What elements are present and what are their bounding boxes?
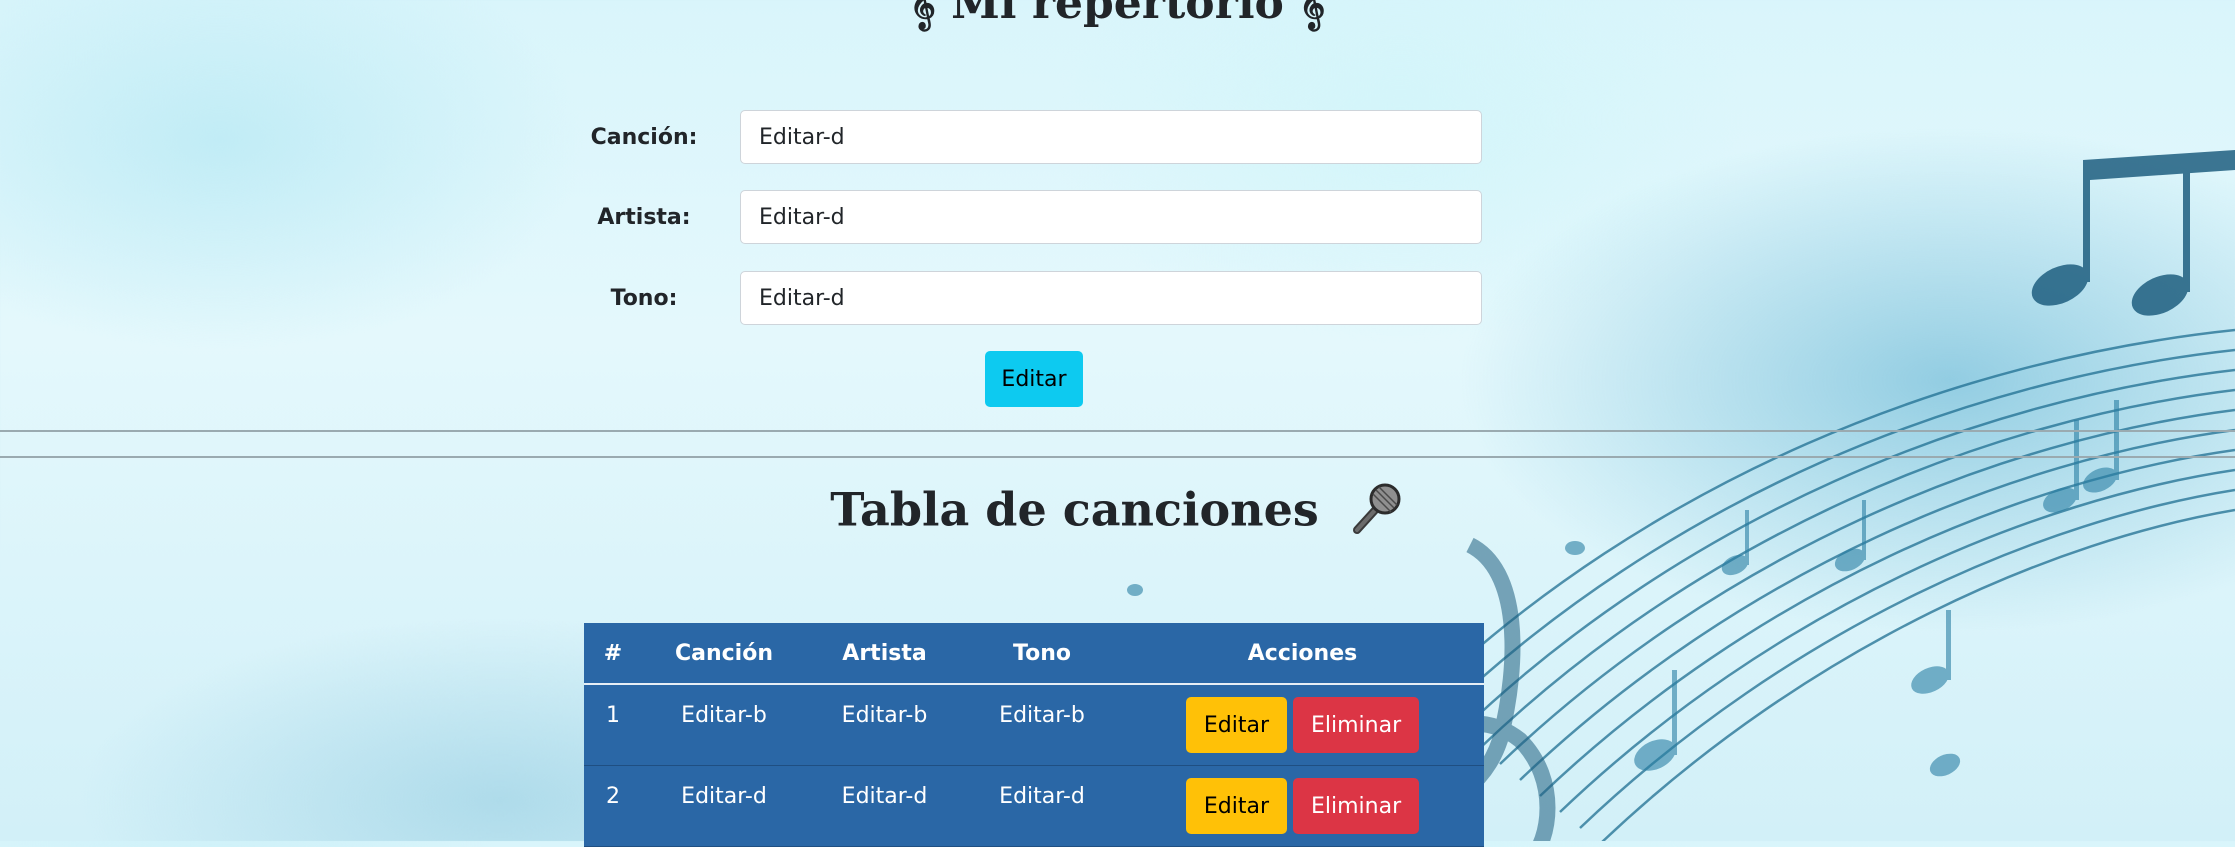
column-header-actions: Acciones — [1121, 623, 1484, 685]
table-row: 1 Editar-b Editar-b Editar-b Editar Elimi… — [584, 684, 1484, 766]
row-artist: Editar-d — [841, 784, 928, 809]
row-artist: Editar-b — [841, 703, 928, 728]
table-title-text: Tabla de canciones — [830, 482, 1319, 537]
song-label: Canción: — [590, 125, 698, 150]
column-header-number: # — [584, 623, 642, 685]
song-input[interactable] — [740, 110, 1482, 164]
songs-table: # Canción Artista Tono Acciones 1 Editar… — [584, 623, 1484, 847]
key-input[interactable] — [740, 271, 1482, 325]
delete-row-button[interactable]: Eliminar — [1293, 697, 1420, 753]
row-actions: Editar Eliminar — [1121, 765, 1484, 847]
column-header-key: Tono — [963, 623, 1121, 685]
row-actions: Editar Eliminar — [1121, 684, 1484, 766]
row-key: Editar-d — [999, 784, 1085, 809]
table-row: 2 Editar-d Editar-d Editar-d Editar Elimi… — [584, 765, 1484, 847]
key-label: Tono: — [610, 286, 678, 311]
edit-row-button[interactable]: Editar — [1185, 778, 1287, 834]
key-form-row: Tono: — [584, 271, 1484, 327]
row-number: 1 — [606, 703, 620, 728]
row-song: Editar-d — [681, 784, 767, 809]
edit-row-button[interactable]: Editar — [1185, 697, 1287, 753]
column-header-song: Canción — [642, 623, 806, 685]
table-header-row: # Canción Artista Tono Acciones — [584, 623, 1484, 685]
artist-input[interactable] — [740, 190, 1482, 244]
page-title: 𝄞 Mi repertorio 𝄞 — [909, 0, 1326, 29]
table-section-title: Tabla de canciones — [0, 480, 2235, 547]
artist-label: Artista: — [597, 205, 691, 230]
song-form-row: Canción: — [584, 110, 1484, 166]
row-key: Editar-b — [999, 703, 1085, 728]
artist-form-row: Artista: — [584, 190, 1484, 246]
edit-submit-button[interactable]: Editar — [985, 351, 1083, 407]
delete-row-button[interactable]: Eliminar — [1293, 778, 1420, 834]
column-header-artist: Artista — [806, 623, 963, 685]
row-number: 2 — [606, 784, 620, 809]
divider-top — [0, 430, 2235, 432]
microphone-icon — [1349, 480, 1405, 547]
divider-bottom — [0, 456, 2235, 458]
row-song: Editar-b — [681, 703, 767, 728]
